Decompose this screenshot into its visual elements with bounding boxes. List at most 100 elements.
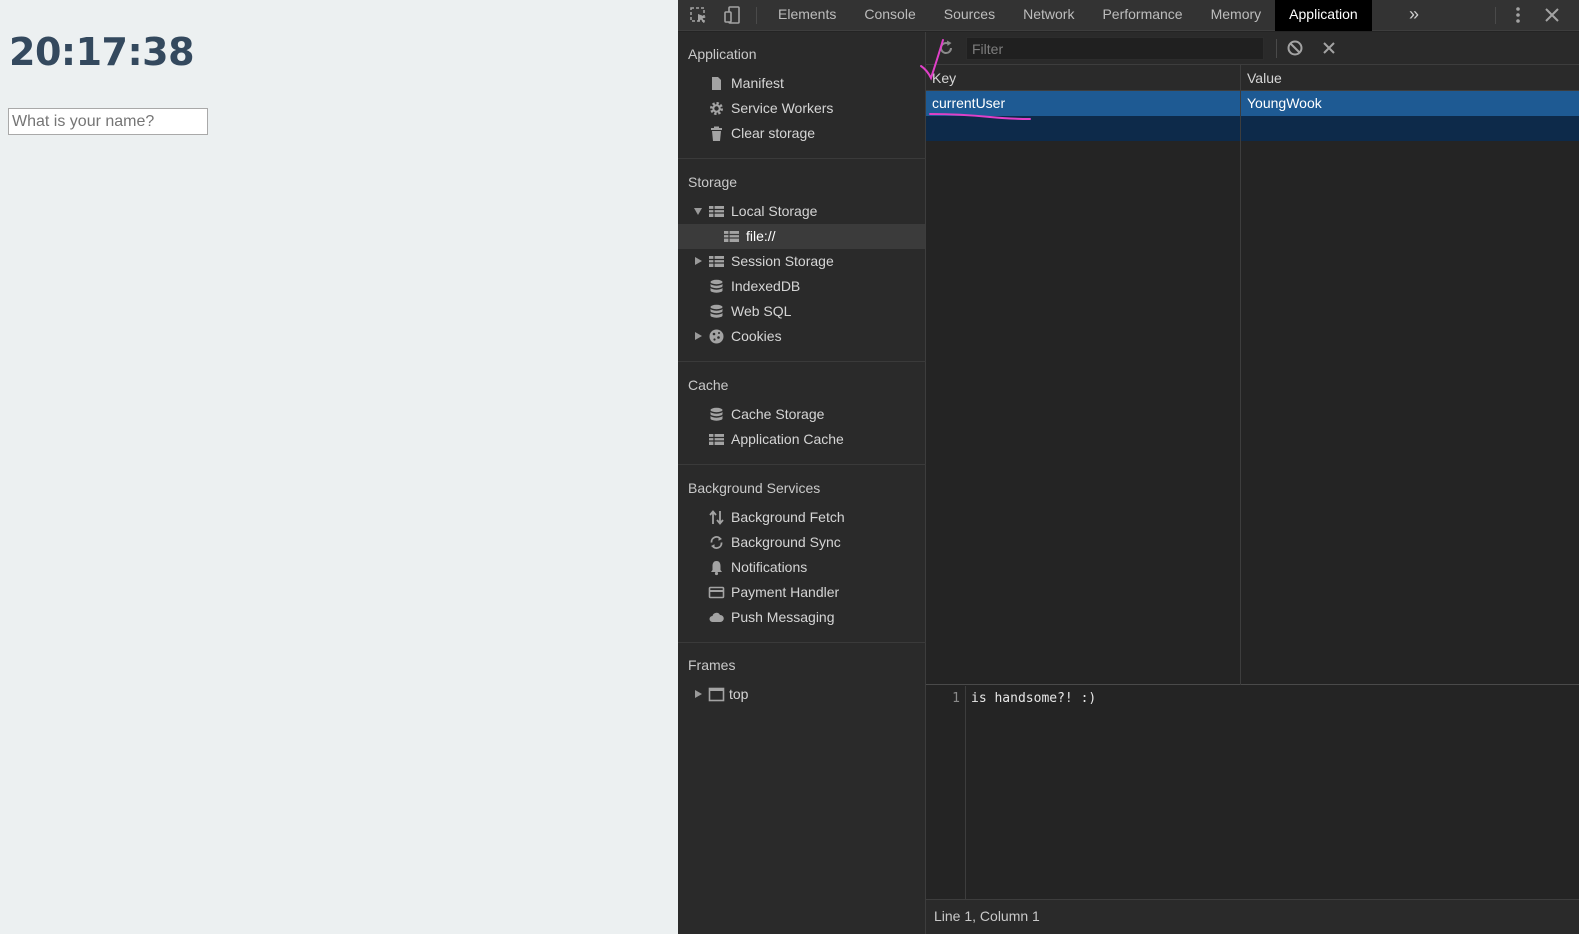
tab-sources[interactable]: Sources bbox=[930, 0, 1009, 31]
devtools-tabs: Elements Console Sources Network Perform… bbox=[764, 0, 1372, 31]
close-devtools-icon[interactable] bbox=[1540, 4, 1564, 26]
expand-arrow-icon[interactable] bbox=[694, 208, 702, 215]
bell-icon bbox=[708, 559, 725, 576]
sidebar-item-label: file:// bbox=[746, 228, 776, 244]
editor-content[interactable]: is handsome?! :) bbox=[971, 691, 1096, 706]
sidebar-item-label: Application Cache bbox=[731, 431, 844, 447]
tab-console[interactable]: Console bbox=[850, 0, 929, 31]
frame-icon bbox=[708, 686, 725, 703]
inspect-element-icon[interactable] bbox=[687, 4, 711, 26]
sidebar-item-indexeddb[interactable]: IndexedDB bbox=[678, 274, 925, 299]
refresh-icon[interactable] bbox=[936, 38, 956, 58]
devtools-panel: Elements Console Sources Network Perform… bbox=[678, 0, 1579, 934]
tab-memory[interactable]: Memory bbox=[1197, 0, 1276, 31]
table-icon bbox=[708, 203, 725, 220]
line-gutter: 1 bbox=[926, 686, 966, 899]
sidebar-item-label: Clear storage bbox=[731, 125, 816, 141]
tab-elements[interactable]: Elements bbox=[764, 0, 850, 31]
kebab-menu-icon[interactable] bbox=[1506, 4, 1530, 26]
table-icon bbox=[708, 253, 725, 270]
table-icon bbox=[708, 431, 725, 448]
sidebar-item-web-sql[interactable]: Web SQL bbox=[678, 299, 925, 324]
section-divider bbox=[678, 361, 926, 362]
sidebar-item-application-cache[interactable]: Application Cache bbox=[678, 427, 925, 452]
database-icon bbox=[708, 406, 725, 423]
expand-arrow-icon[interactable] bbox=[695, 690, 702, 698]
web-page: 20:17:38 bbox=[0, 0, 678, 934]
more-tabs-button[interactable]: » bbox=[1409, 0, 1419, 31]
gear-icon bbox=[708, 100, 725, 117]
sidebar-item-background-sync[interactable]: Background Sync bbox=[678, 530, 925, 555]
sidebar-item-label: Background Sync bbox=[731, 534, 841, 550]
column-header-key[interactable]: Key bbox=[926, 65, 956, 91]
toolbar-divider bbox=[1495, 7, 1496, 24]
clear-all-icon[interactable] bbox=[1285, 38, 1305, 58]
status-bar: Line 1, Column 1 bbox=[926, 899, 1579, 934]
sidebar-item-label: Local Storage bbox=[731, 203, 818, 219]
storage-data-grid: Key Value currentUser YoungWook bbox=[926, 65, 1579, 685]
sidebar-item-background-fetch[interactable]: Background Fetch bbox=[678, 505, 925, 530]
section-divider bbox=[678, 642, 926, 643]
sidebar-item-session-storage[interactable]: Session Storage bbox=[678, 249, 925, 274]
name-input[interactable] bbox=[8, 108, 208, 135]
delete-selected-icon[interactable] bbox=[1319, 38, 1339, 58]
cloud-icon bbox=[708, 609, 725, 626]
device-toolbar-icon[interactable] bbox=[721, 4, 745, 26]
tab-application[interactable]: Application bbox=[1275, 0, 1372, 31]
sidebar-item-label: top bbox=[729, 686, 749, 702]
document-icon bbox=[708, 75, 725, 92]
section-title-frames: Frames bbox=[688, 657, 736, 673]
application-sidebar: Application Manifest Service Workers Cle… bbox=[678, 32, 926, 934]
expand-arrow-icon[interactable] bbox=[695, 332, 702, 340]
clock-display: 20:17:38 bbox=[9, 30, 195, 74]
devtools-toolbar: Elements Console Sources Network Perform… bbox=[678, 0, 1579, 31]
sidebar-item-notifications[interactable]: Notifications bbox=[678, 555, 925, 580]
cookie-icon bbox=[708, 328, 725, 345]
column-header-value[interactable]: Value bbox=[1241, 65, 1282, 91]
sidebar-item-label: Push Messaging bbox=[731, 609, 835, 625]
line-number: 1 bbox=[952, 691, 960, 706]
cell-key[interactable]: currentUser bbox=[926, 91, 1241, 116]
toolbar-divider bbox=[1276, 39, 1277, 58]
sidebar-item-payment-handler[interactable]: Payment Handler bbox=[678, 580, 925, 605]
storage-view: Key Value currentUser YoungWook 1 is han… bbox=[926, 32, 1579, 934]
sidebar-item-label: Background Fetch bbox=[731, 509, 845, 525]
section-title-cache: Cache bbox=[688, 377, 729, 393]
sidebar-item-label: Cache Storage bbox=[731, 406, 825, 422]
cursor-position: Line 1, Column 1 bbox=[934, 908, 1040, 924]
sidebar-item-cookies[interactable]: Cookies bbox=[678, 324, 925, 349]
sync-icon bbox=[708, 534, 725, 551]
cell-value[interactable]: YoungWook bbox=[1241, 91, 1579, 116]
sidebar-item-push-messaging[interactable]: Push Messaging bbox=[678, 605, 925, 630]
sidebar-item-local-storage[interactable]: Local Storage bbox=[678, 199, 925, 224]
table-row-empty[interactable] bbox=[926, 116, 1579, 141]
sidebar-item-manifest[interactable]: Manifest bbox=[678, 71, 925, 96]
toolbar-divider bbox=[756, 7, 757, 24]
section-title-storage: Storage bbox=[688, 174, 738, 190]
sidebar-item-service-workers[interactable]: Service Workers bbox=[678, 96, 925, 121]
sidebar-item-label: Notifications bbox=[731, 559, 808, 575]
grid-header: Key Value bbox=[926, 65, 1579, 91]
tab-network[interactable]: Network bbox=[1009, 0, 1088, 31]
sidebar-item-cache-storage[interactable]: Cache Storage bbox=[678, 402, 925, 427]
table-row[interactable]: currentUser YoungWook bbox=[926, 91, 1579, 116]
value-preview-editor[interactable]: 1 is handsome?! :) bbox=[926, 686, 1579, 899]
storage-toolbar bbox=[926, 32, 1579, 65]
column-divider[interactable] bbox=[1240, 65, 1241, 685]
arrows-updown-icon bbox=[708, 509, 725, 526]
section-divider bbox=[678, 158, 926, 159]
sidebar-item-label: Payment Handler bbox=[731, 584, 840, 600]
database-icon bbox=[708, 303, 725, 320]
sidebar-item-label: Service Workers bbox=[731, 100, 834, 116]
section-title-background-services: Background Services bbox=[688, 480, 821, 496]
card-icon bbox=[708, 584, 725, 601]
database-icon bbox=[708, 278, 725, 295]
sidebar-item-clear-storage[interactable]: Clear storage bbox=[678, 121, 925, 146]
expand-arrow-icon[interactable] bbox=[695, 257, 702, 265]
tab-performance[interactable]: Performance bbox=[1088, 0, 1196, 31]
sidebar-item-label: Manifest bbox=[731, 75, 784, 91]
filter-input[interactable] bbox=[966, 37, 1264, 60]
sidebar-item-local-storage-file[interactable]: file:// bbox=[678, 224, 925, 249]
section-title-application: Application bbox=[688, 46, 757, 62]
sidebar-item-frame-top[interactable]: top bbox=[678, 682, 925, 707]
